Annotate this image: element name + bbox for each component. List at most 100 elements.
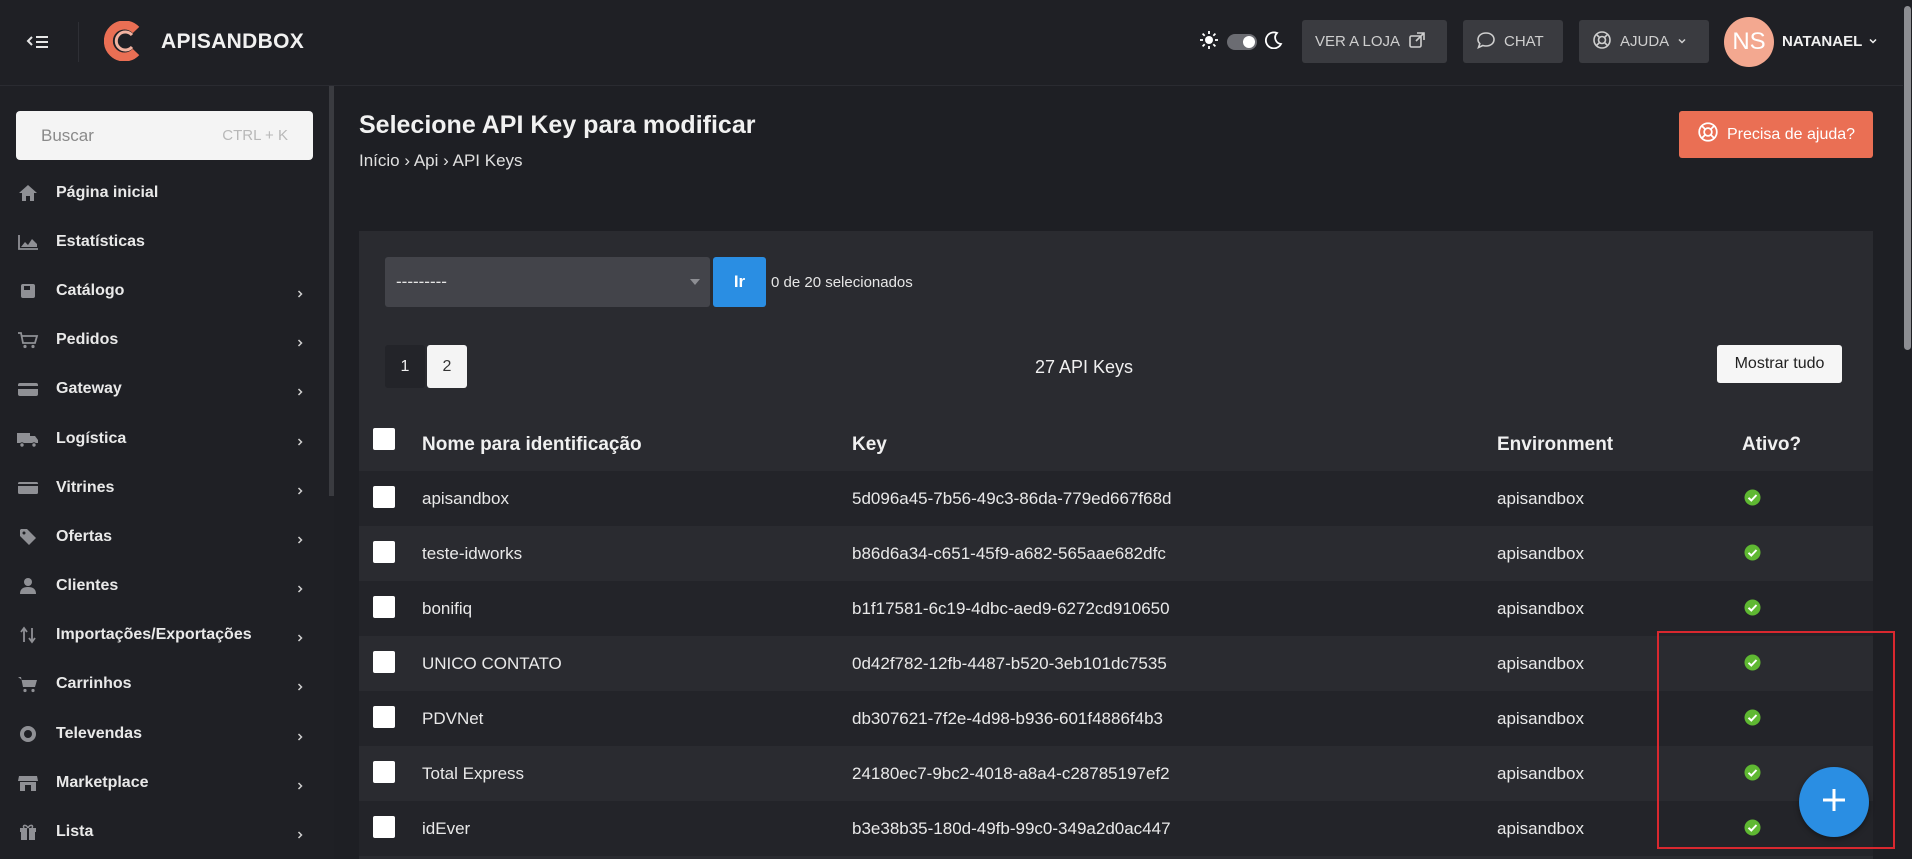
row-checkbox[interactable]: [373, 816, 395, 838]
row-key: db307621-7f2e-4d98-b936-601f4886f4b3: [852, 709, 1163, 728]
active-check-icon: [1744, 489, 1761, 506]
external-link-icon: [1408, 31, 1426, 53]
sidebar-item-gateway[interactable]: Gateway: [0, 365, 329, 414]
breadcrumb-separator: ›: [443, 151, 449, 170]
row-key: b1f17581-6c19-4dbc-aed9-6272cd910650: [852, 599, 1170, 618]
brand-logo[interactable]: [103, 20, 144, 62]
search-shortcut-hint: CTRL + K: [222, 127, 288, 144]
chevron-right-icon: [295, 581, 305, 593]
book-icon: [16, 281, 40, 301]
brand-name[interactable]: APISANDBOX: [161, 30, 304, 54]
row-environment: apisandbox: [1497, 709, 1584, 728]
menu-toggle-icon[interactable]: [26, 30, 54, 54]
sidebar-item-label: Lista: [56, 823, 94, 841]
selected-count: 0 de 20 selecionados: [771, 274, 913, 291]
breadcrumb-api[interactable]: Api: [414, 151, 439, 170]
sidebar-item-estatisticas[interactable]: Estatísticas: [0, 217, 329, 266]
need-help-button[interactable]: Precisa de ajuda?: [1679, 111, 1873, 158]
row-checkbox[interactable]: [373, 761, 395, 783]
row-environment: apisandbox: [1497, 764, 1584, 783]
import-export-icon: [16, 625, 40, 645]
chevron-right-icon: [295, 679, 305, 691]
table-row: bonifiq b1f17581-6c19-4dbc-aed9-6272cd91…: [359, 581, 1873, 636]
view-store-label: VER A LOJA: [1315, 33, 1401, 50]
sidebar-item-televendas[interactable]: Televendas: [0, 709, 329, 758]
row-name-link[interactable]: apisandbox: [422, 489, 509, 509]
sidebar-item-ofertas[interactable]: Ofertas: [0, 512, 329, 561]
sidebar-item-label: Catálogo: [56, 281, 125, 299]
column-header-name[interactable]: Nome para identificação: [422, 434, 642, 456]
tag-icon: [16, 527, 40, 547]
row-checkbox[interactable]: [373, 596, 395, 618]
sidebar-item-label: Página inicial: [56, 183, 159, 201]
row-checkbox[interactable]: [373, 651, 395, 673]
headset-icon: [16, 724, 40, 744]
theme-toggle[interactable]: [1227, 34, 1257, 50]
row-name-link[interactable]: UNICO CONTATO: [422, 654, 562, 674]
help-menu-button[interactable]: AJUDA: [1579, 20, 1709, 63]
sun-icon[interactable]: [1199, 30, 1219, 55]
page-scrollbar-thumb[interactable]: [1904, 6, 1911, 350]
header-divider: [78, 22, 79, 62]
help-menu-label: AJUDA: [1620, 33, 1670, 50]
lifebuoy-icon: [1697, 121, 1719, 148]
column-header-key[interactable]: Key: [852, 434, 887, 456]
sidebar-item-label: Carrinhos: [56, 675, 132, 693]
row-name-link[interactable]: PDVNet: [422, 709, 483, 729]
sidebar-scrollbar[interactable]: [329, 86, 334, 496]
moon-icon[interactable]: [1264, 31, 1283, 54]
sidebar-item-marketplace[interactable]: Marketplace: [0, 758, 329, 807]
row-name-link[interactable]: teste-idworks: [422, 544, 522, 564]
sidebar-item-label: Marketplace: [56, 773, 149, 791]
table-row: PDVNet db307621-7f2e-4d98-b936-601f4886f…: [359, 691, 1873, 746]
chevron-right-icon: [295, 434, 305, 446]
lifebuoy-icon: [1592, 30, 1612, 54]
breadcrumb-home[interactable]: Início: [359, 151, 400, 170]
sidebar-item-carrinhos[interactable]: Carrinhos: [0, 660, 329, 709]
sidebar-item-vitrines[interactable]: Vitrines: [0, 463, 329, 512]
table-row: UNICO CONTATO 0d42f782-12fb-4487-b520-3e…: [359, 636, 1873, 691]
view-store-button[interactable]: VER A LOJA: [1302, 20, 1447, 63]
active-check-icon: [1744, 709, 1761, 726]
chat-button[interactable]: CHAT: [1463, 20, 1563, 63]
row-key: 0d42f782-12fb-4487-b520-3eb101dc7535: [852, 654, 1167, 673]
sidebar-item-pedidos[interactable]: Pedidos: [0, 316, 329, 365]
show-all-button[interactable]: Mostrar tudo: [1717, 345, 1842, 383]
theme-switcher[interactable]: [1199, 30, 1283, 54]
row-name-link[interactable]: bonifiq: [422, 599, 472, 619]
go-button[interactable]: Ir: [713, 257, 766, 307]
sidebar-item-importacoes-exportacoes[interactable]: Importações/Exportações: [0, 611, 329, 660]
user-avatar[interactable]: NS: [1724, 17, 1774, 67]
row-name-link[interactable]: idEver: [422, 819, 470, 839]
sidebar-item-pagina-inicial[interactable]: Página inicial: [0, 168, 329, 217]
select-all-checkbox[interactable]: [373, 428, 395, 450]
row-checkbox[interactable]: [373, 706, 395, 728]
column-header-active[interactable]: Ativo?: [1742, 434, 1801, 456]
row-key: b86d6a34-c651-45f9-a682-565aae682dfc: [852, 544, 1166, 563]
user-menu[interactable]: NATANAEL: [1782, 33, 1878, 50]
row-checkbox[interactable]: [373, 486, 395, 508]
chevron-right-icon: [295, 483, 305, 495]
sidebar-item-clientes[interactable]: Clientes: [0, 562, 329, 611]
column-header-environment[interactable]: Environment: [1497, 434, 1613, 456]
chevron-down-icon: [1868, 33, 1878, 50]
page-button-1[interactable]: 1: [385, 345, 425, 388]
row-checkbox[interactable]: [373, 541, 395, 563]
active-check-icon: [1744, 654, 1761, 671]
sidebar-item-logistica[interactable]: Logística: [0, 414, 329, 463]
row-key: 5d096a45-7b56-49c3-86da-779ed667f68d: [852, 489, 1172, 508]
active-check-icon: [1744, 819, 1761, 836]
cart-icon: [16, 330, 40, 350]
breadcrumb-separator: ›: [404, 151, 411, 170]
sidebar-item-catalogo[interactable]: Catálogo: [0, 266, 329, 315]
table-row: idEver b3e38b35-180d-49fb-99c0-349a2d0ac…: [359, 801, 1873, 856]
user-icon: [16, 576, 40, 596]
search-input[interactable]: [41, 125, 191, 146]
action-select[interactable]: ---------: [385, 257, 710, 307]
add-api-key-button[interactable]: [1799, 767, 1869, 837]
row-name-link[interactable]: Total Express: [422, 764, 524, 784]
page-button-2[interactable]: 2: [427, 345, 467, 388]
sidebar-item-lista[interactable]: Lista: [0, 807, 329, 856]
chevron-right-icon: [295, 729, 305, 741]
search-box[interactable]: CTRL + K: [16, 111, 313, 160]
